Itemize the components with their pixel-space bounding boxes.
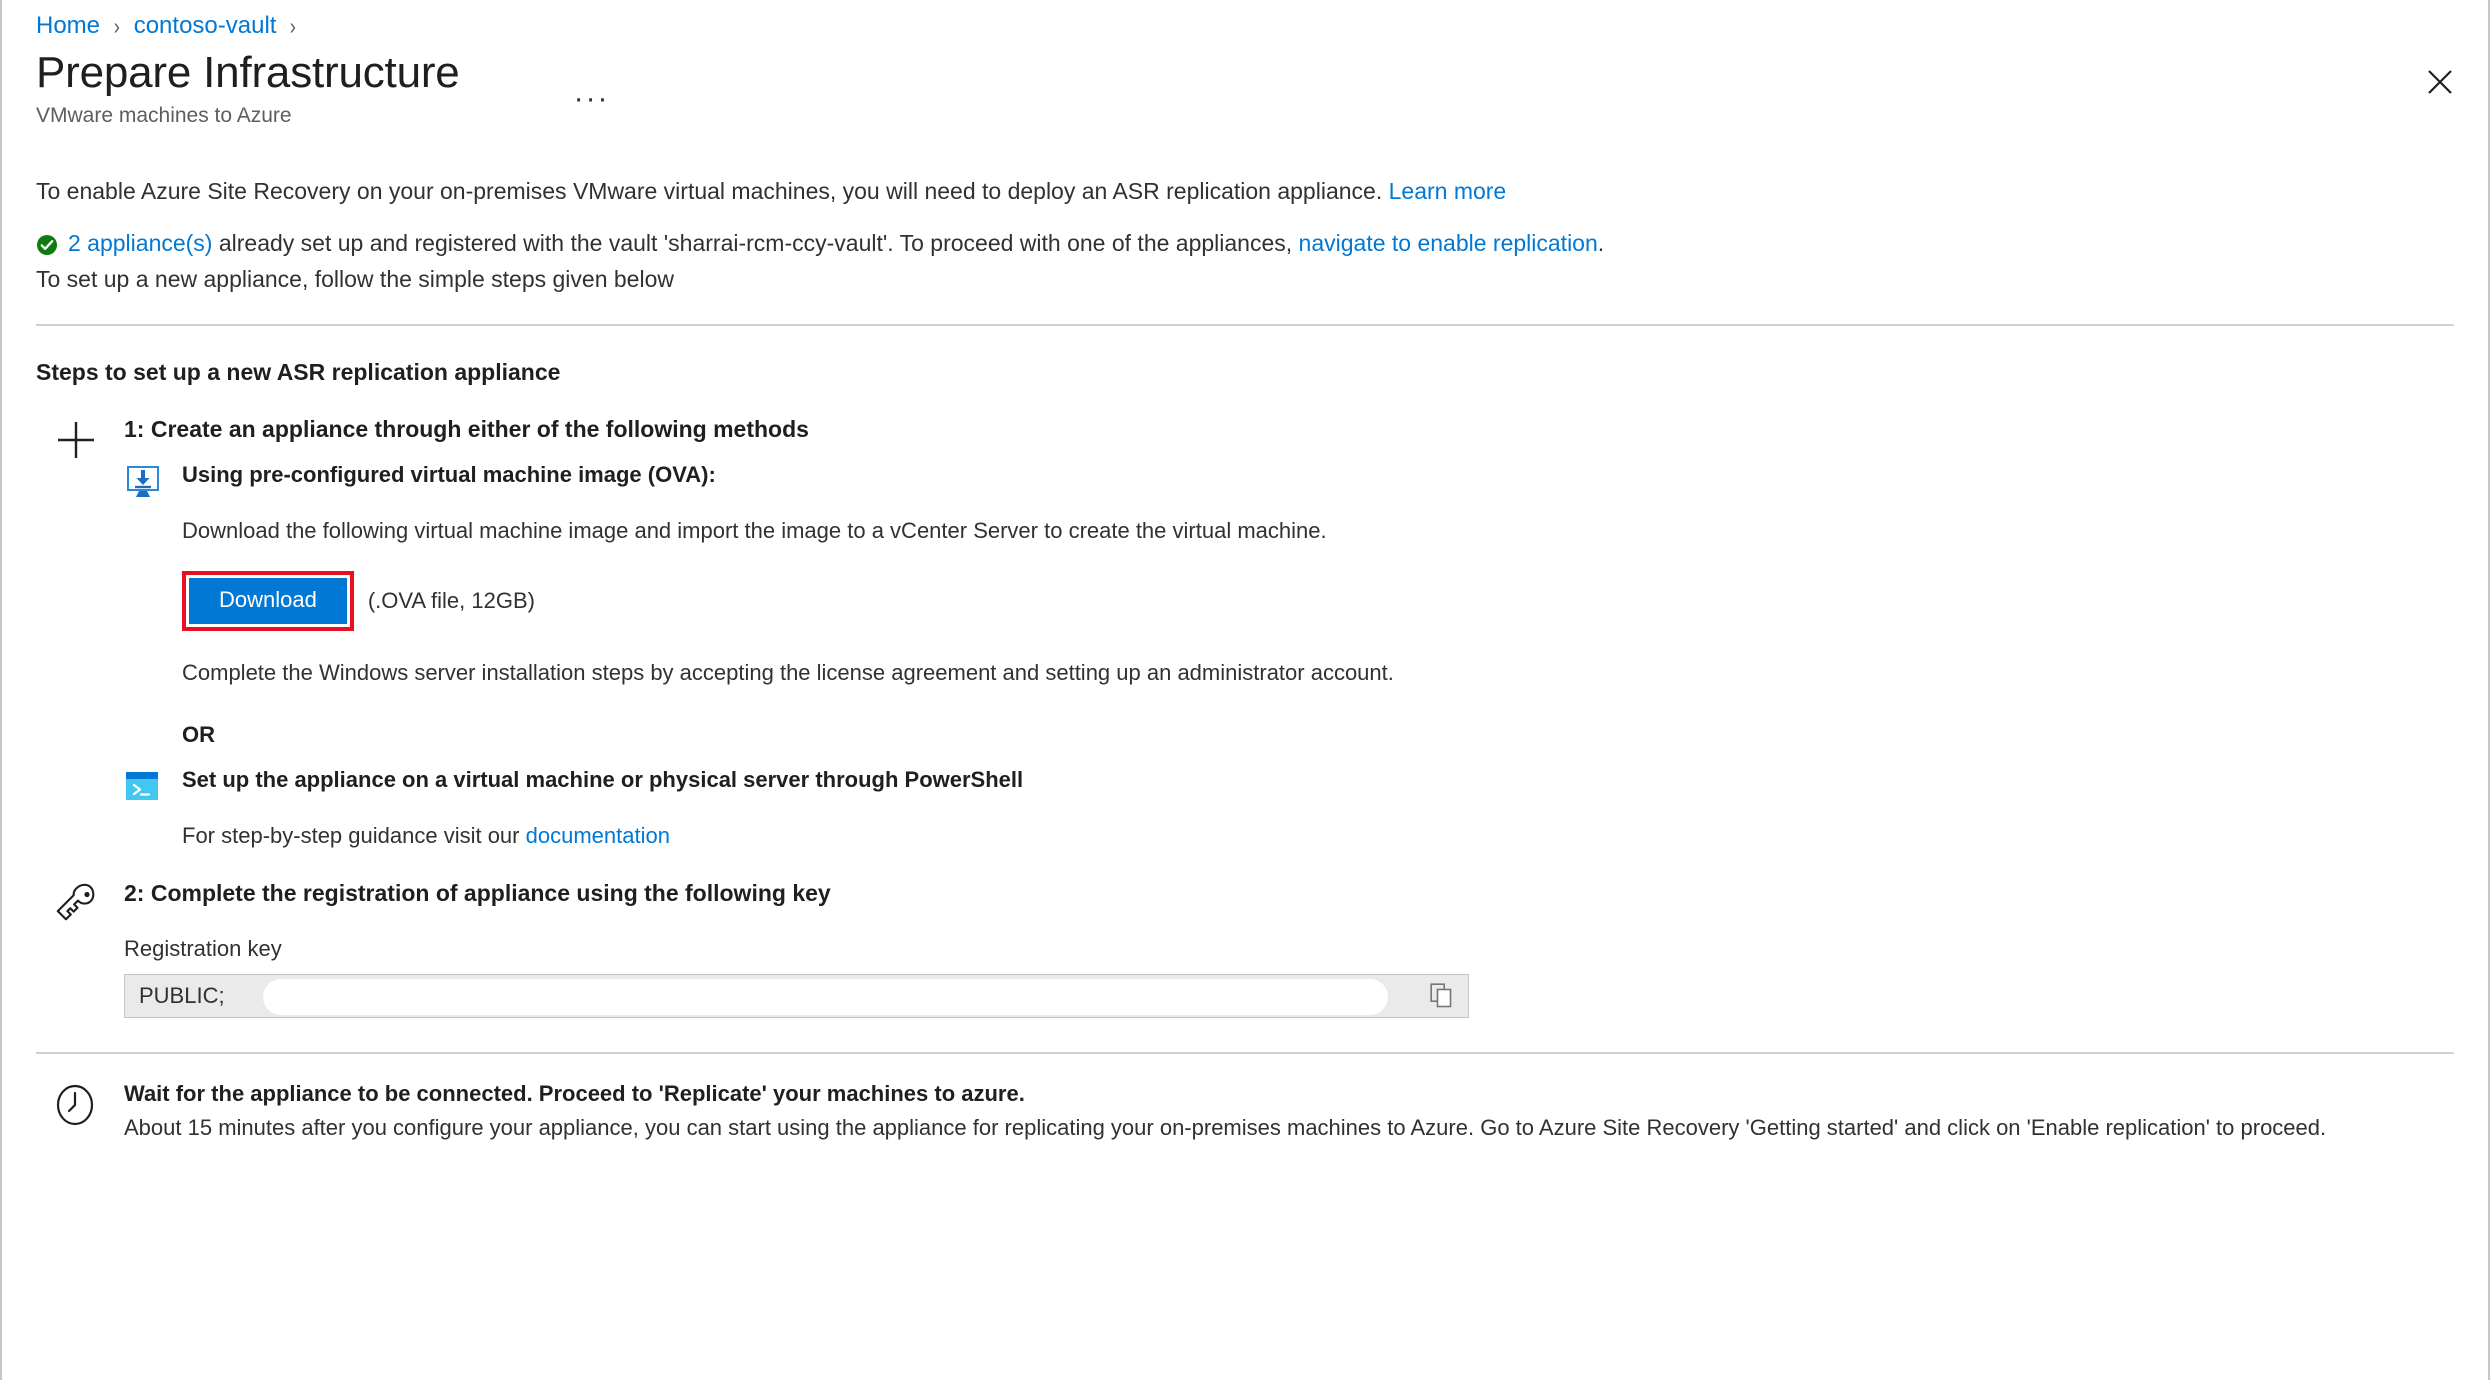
learn-more-link[interactable]: Learn more [1389,178,1507,204]
appliance-count-link[interactable]: 2 appliance(s) [68,230,212,256]
registration-key-label: Registration key [124,935,282,961]
page-subtitle: VMware machines to Azure [36,104,292,128]
setup-hint-text: To set up a new appliance, follow the si… [36,265,674,292]
footer-divider [36,1051,2454,1054]
steps-section-heading: Steps to set up a new ASR replication ap… [36,358,561,385]
method-powershell-title: Set up the appliance on a virtual machin… [182,767,1024,793]
download-highlight-annotation: Download [182,571,354,632]
close-icon[interactable] [2416,58,2464,106]
step-2: 2: Complete the registration of applianc… [36,880,2454,1018]
breadcrumb-item-contoso-vault[interactable]: contoso-vault [134,12,277,40]
powershell-guidance: For step-by-step guidance visit our docu… [182,821,2454,851]
powershell-guidance-text: For step-by-step guidance visit our [182,822,526,848]
status-mid-text: already set up and registered with the v… [212,230,1299,257]
chevron-right-icon: › [113,12,120,39]
status-post-text: . [1597,230,1605,257]
footer-title: Wait for the appliance to be connected. … [124,1080,1025,1106]
copy-icon[interactable] [1416,975,1468,1017]
method-ova-title: Using pre-configured virtual machine ima… [182,462,716,488]
key-icon [36,880,124,926]
download-to-monitor-icon [124,461,182,506]
method-powershell: Set up the appliance on a virtual machin… [124,766,2454,850]
breadcrumb-item-home[interactable]: Home [36,12,100,40]
success-check-icon [36,233,58,264]
footer-description: About 15 minutes after you configure you… [124,1114,2327,1140]
method-ova: Using pre-configured virtual machine ima… [124,461,2454,748]
intro-text: To enable Azure Site Recovery on your on… [36,178,1389,205]
registration-key-field[interactable]: PUBLIC; [124,973,1469,1018]
ellipsis-icon[interactable]: ··· [570,84,614,114]
registration-key-value: PUBLIC; [139,982,225,1008]
download-row: Download (.OVA file, 12GB) [182,571,2454,632]
redaction-overlay [263,978,1388,1015]
powershell-terminal-icon [124,766,182,809]
step-2-title: 2: Complete the registration of applianc… [124,880,831,907]
page-title: Prepare Infrastructure [36,48,460,97]
download-caption: (.OVA file, 12GB) [367,588,535,614]
clock-icon [36,1080,124,1131]
chevron-right-icon: › [290,12,297,39]
documentation-link[interactable]: documentation [526,823,670,848]
appliance-status-text: 2 appliance(s) already set up and regist… [68,228,1604,259]
intro-paragraph: To enable Azure Site Recovery on your on… [36,176,2454,207]
navigate-to-enable-replication-link[interactable]: navigate to enable replication [1299,230,1598,256]
intro-block: To enable Azure Site Recovery on your on… [36,176,2454,294]
step-1: 1: Create an appliance through either of… [36,416,2454,851]
appliance-status-line: 2 appliance(s) already set up and regist… [36,228,2454,264]
footer-note: Wait for the appliance to be connected. … [36,1080,2454,1142]
blade-panel: Home › contoso-vault › Prepare Infrastru… [0,0,2490,1380]
or-separator-label: OR [182,722,215,748]
plus-icon [36,416,124,462]
windows-install-note: Complete the Windows server installation… [182,660,1394,686]
step-1-title: 1: Create an appliance through either of… [124,415,809,442]
breadcrumb: Home › contoso-vault › [36,0,2454,40]
method-ova-description: Download the following virtual machine i… [182,517,1327,543]
download-button[interactable]: Download [189,578,347,625]
blade-header: Prepare Infrastructure VMware machines t… [36,48,2454,128]
divider [36,323,2454,326]
